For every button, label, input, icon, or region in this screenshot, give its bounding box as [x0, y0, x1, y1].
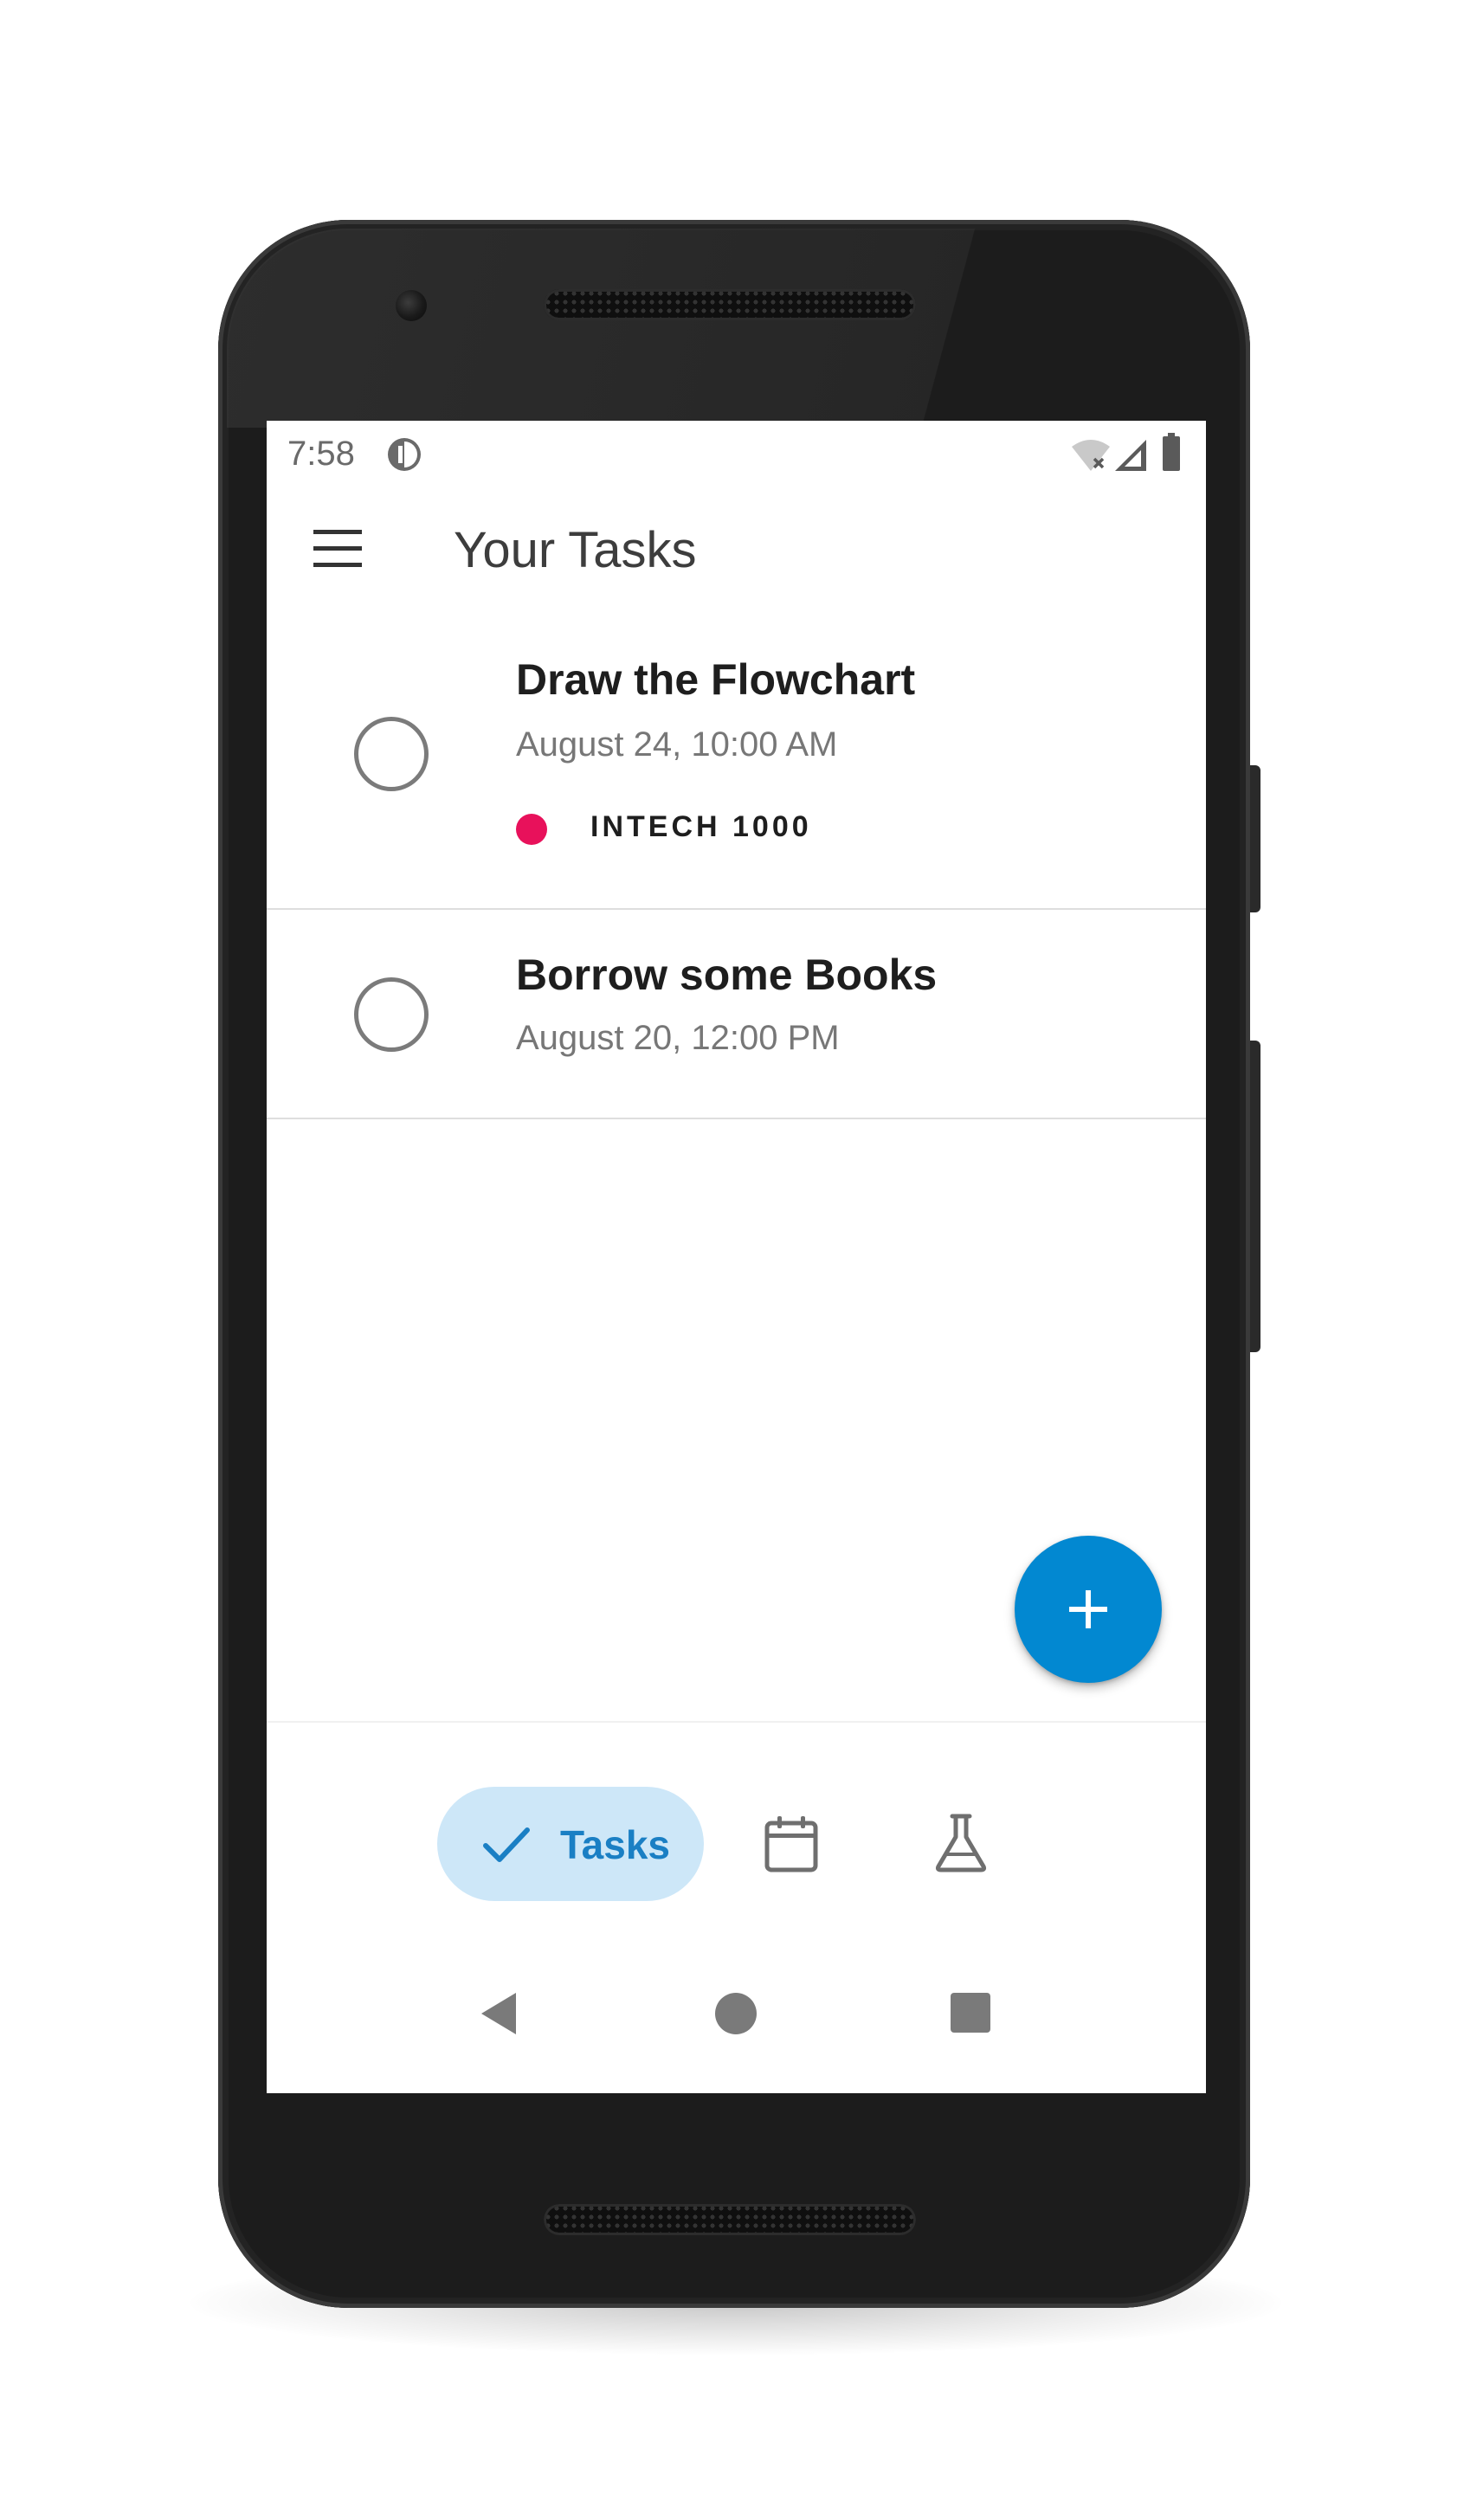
- screen: 7:58 Your Tasks Draw the Flowchart Augus…: [267, 421, 1206, 2093]
- back-triangle-icon[interactable]: [478, 1991, 519, 2036]
- plus-icon: [1069, 1590, 1107, 1628]
- task-title: Draw the Flowchart: [516, 655, 916, 704]
- page-title: Your Tasks: [454, 522, 697, 578]
- task-tag-dot: [516, 814, 547, 845]
- cell-signal-icon: [1115, 440, 1146, 471]
- calendar-icon[interactable]: [764, 1814, 819, 1873]
- top-speaker: [544, 289, 916, 320]
- app-bar: Your Tasks: [267, 490, 1206, 611]
- flask-icon[interactable]: [933, 1813, 989, 1873]
- bottom-navigation: Tasks: [267, 1721, 1206, 1920]
- phone-glare: [227, 229, 1241, 428]
- task-item[interactable]: Draw the Flowchart August 24, 10:00 AM I…: [267, 611, 1206, 910]
- home-circle-icon[interactable]: [715, 1993, 757, 2034]
- recents-square-icon[interactable]: [951, 1993, 990, 2033]
- task-title: Borrow some Books: [516, 951, 938, 999]
- system-navigation-bar: [267, 1920, 1206, 2093]
- bottom-speaker: [544, 2204, 916, 2235]
- task-checkbox[interactable]: [354, 717, 429, 791]
- task-item[interactable]: Borrow some Books August 20, 12:00 PM: [267, 910, 1206, 1119]
- nav-item-label: Tasks: [560, 1822, 671, 1867]
- status-time: 7:58: [287, 435, 355, 473]
- status-bar: 7:58: [267, 421, 1206, 490]
- task-tag-label: INTECH 1000: [590, 810, 812, 843]
- nav-item-tasks[interactable]: Tasks: [437, 1787, 704, 1901]
- task-date: August 20, 12:00 PM: [516, 1019, 840, 1057]
- add-task-button[interactable]: [1015, 1536, 1162, 1683]
- circle-half-icon: [388, 438, 421, 471]
- stage: 7:58 Your Tasks Draw the Flowchart Augus…: [0, 0, 1470, 2520]
- menu-icon[interactable]: [313, 528, 362, 570]
- front-camera: [396, 290, 427, 321]
- task-checkbox[interactable]: [354, 977, 429, 1052]
- task-date: August 24, 10:00 AM: [516, 725, 838, 764]
- wifi-off-icon: [1072, 440, 1110, 471]
- battery-icon: [1163, 433, 1180, 471]
- check-icon: [483, 1827, 530, 1862]
- task-list: Draw the Flowchart August 24, 10:00 AM I…: [267, 611, 1206, 1119]
